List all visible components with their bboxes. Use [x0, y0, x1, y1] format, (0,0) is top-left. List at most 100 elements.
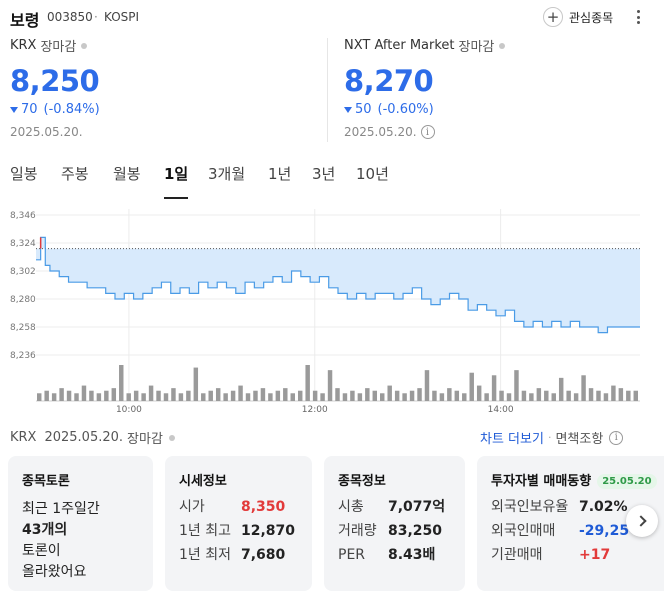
card-title: 종목토론 — [22, 474, 70, 489]
quote-label: 시가 — [179, 499, 205, 515]
x-tick-label: 10:00 — [116, 405, 142, 415]
volume-bar — [223, 393, 228, 401]
intraday-chart[interactable]: 8,346 8,324 8,302 8,280 8,258 8,236 10:00 12:00… — [0, 205, 664, 420]
krx-change-value: 70 — [21, 102, 38, 117]
chevron-right-icon — [634, 515, 647, 527]
investor-value: +17 — [579, 547, 611, 563]
volume-bar — [588, 388, 594, 401]
next-card-button[interactable] — [626, 505, 658, 537]
price-area-fill — [36, 237, 640, 333]
more-vertical-icon[interactable] — [630, 8, 646, 26]
volume-bar — [156, 390, 161, 401]
tab-1day[interactable]: 1일 — [164, 163, 188, 184]
investor-value: 7.02% — [579, 499, 628, 515]
volume-bar — [74, 393, 79, 401]
date-badge: 25.05.20 — [597, 474, 657, 489]
meta-status: 장마감 — [127, 432, 163, 447]
volume-bar — [417, 388, 422, 401]
card-title: 투자자별 매매동향 — [491, 474, 592, 489]
y-tick-label: 8,258 — [10, 323, 36, 333]
chart-more-link[interactable]: 차트 더보기 — [480, 428, 544, 447]
info-row: 거래량 83,250 — [338, 521, 451, 542]
info-label: 거래량 — [338, 523, 377, 539]
investor-value: -29,25 — [579, 523, 630, 539]
volume-bar — [357, 393, 363, 401]
chart-links: 차트 더보기 · 면책조항 i — [480, 428, 624, 447]
card-title-row: 투자자별 매매동향 25.05.20 — [491, 470, 657, 489]
nxt-price-panel: NXT After Market 장마감 8,270 50 (-0.60%) 2… — [344, 36, 644, 146]
volume-bar — [626, 390, 631, 401]
stock-info-card[interactable]: 종목정보 시총 7,077억 거래량 83,250 PER 8.43배 — [324, 456, 465, 591]
krx-label: KRX — [10, 38, 37, 53]
volume-bar — [424, 370, 430, 401]
info-icon[interactable]: i — [420, 125, 435, 139]
volume-bar — [469, 372, 474, 401]
tab-1year[interactable]: 1년 — [268, 163, 291, 184]
volume-bar — [394, 390, 400, 401]
volume-bar — [186, 390, 191, 401]
status-dot-icon — [81, 42, 88, 49]
krx-change: 70 (-0.84%) — [10, 102, 310, 117]
volume-bar — [89, 390, 94, 401]
quote-row: 1년 최저 7,680 — [179, 545, 298, 566]
volume-bar — [603, 393, 609, 401]
tab-3year[interactable]: 3년 — [312, 163, 335, 184]
krx-price: 8,250 — [10, 64, 100, 98]
stock-name: 보령 — [10, 11, 40, 30]
volume-bar — [506, 393, 512, 401]
volume-bar — [365, 388, 370, 401]
volume-bar — [514, 370, 519, 401]
volume-bar — [148, 385, 154, 401]
volume-bar — [260, 388, 266, 401]
discussion-card[interactable]: 종목토론 최근 1주일간 43개의 토론이 올라왔어요 — [8, 456, 153, 591]
volume-bar — [119, 365, 124, 401]
krx-price-panel: KRX 장마감 8,250 70 (-0.84%) 2025.05.20. — [10, 36, 310, 146]
market-name: KOSPI — [104, 10, 140, 24]
tab-10year[interactable]: 10년 — [356, 163, 389, 184]
volume-bar — [59, 388, 64, 401]
investor-row: 기관매매 +17 — [491, 545, 650, 566]
volume-bar — [96, 393, 102, 401]
volume-bar — [230, 390, 236, 401]
volume-bar — [104, 390, 109, 401]
meta-date: 2025.05.20. — [44, 430, 124, 445]
y-tick-label: 8,280 — [10, 295, 36, 305]
tab-weekly[interactable]: 주봉 — [61, 163, 89, 184]
quote-label: 1년 최고 — [179, 523, 231, 539]
volume-bar — [268, 393, 273, 401]
volume-bar — [476, 385, 482, 401]
investor-label: 외국인매매 — [491, 523, 556, 539]
volume-bar — [558, 377, 564, 401]
add-favorite-button[interactable]: + 관심종목 — [543, 6, 613, 28]
volume-bar — [297, 390, 303, 401]
quote-value: 7,680 — [241, 547, 286, 563]
volume-bar — [283, 388, 288, 401]
stock-code: 003850 — [47, 10, 93, 24]
separator-dot: · — [94, 10, 98, 24]
chart-meta: KRX 2025.05.20. 장마감 — [10, 428, 175, 447]
volume-bar — [529, 393, 534, 401]
volume-bar — [305, 365, 310, 401]
disclaimer-link[interactable]: 면책조항 — [555, 428, 603, 447]
volume-bar — [611, 385, 616, 401]
volume-bar — [462, 393, 467, 401]
info-icon[interactable]: i — [609, 430, 624, 445]
y-tick-label: 8,346 — [10, 211, 36, 221]
volume-bar — [350, 390, 355, 401]
volume-bar — [581, 375, 586, 401]
volume-bar — [454, 390, 460, 401]
volume-bar — [372, 390, 378, 401]
discussion-line: 최근 1주일간 — [22, 501, 100, 517]
volume-bar — [163, 393, 169, 401]
volume-bar — [215, 388, 221, 401]
tab-daily[interactable]: 일봉 — [10, 163, 38, 184]
volume-bar — [245, 393, 251, 401]
krx-title-row: KRX 장마감 — [10, 36, 310, 55]
tab-monthly[interactable]: 월봉 — [113, 163, 141, 184]
volume-bar — [491, 375, 497, 401]
volume-bar — [409, 390, 415, 401]
tab-3month[interactable]: 3개월 — [208, 163, 245, 184]
discussion-line: 올라왔어요 — [22, 564, 87, 580]
investor-label: 기관매매 — [491, 547, 543, 563]
quote-card[interactable]: 시세정보 시가 8,350 1년 최고 12,870 1년 최저 7,680 — [165, 456, 312, 591]
